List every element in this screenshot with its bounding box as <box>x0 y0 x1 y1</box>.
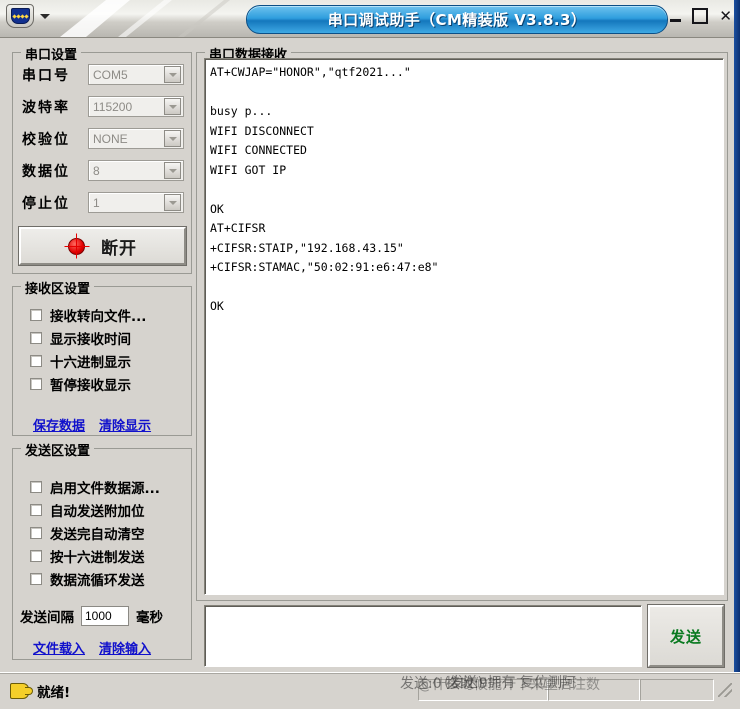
status-left: 就绪! <box>10 681 70 701</box>
connect-button-label: 断开 <box>101 238 137 259</box>
field-label-port: 串口号 <box>22 67 70 84</box>
window-controls: ✕ <box>670 8 732 24</box>
page-title: 串口调试助手（CM精装版 V3.8.3） <box>327 11 587 29</box>
port-value: COM5 <box>93 67 128 82</box>
window-edge <box>734 0 740 709</box>
status-panel-mode <box>548 679 640 701</box>
chevron-down-icon[interactable] <box>40 13 50 19</box>
checkbox-auto-append-bit[interactable]: 自动发送附加位 <box>30 500 145 520</box>
checkbox-label: 自动发送附加位 <box>50 504 145 520</box>
field-label-stopbits: 停止位 <box>22 195 70 212</box>
checkbox-box[interactable] <box>30 332 42 344</box>
checkbox-box[interactable] <box>30 550 42 562</box>
checkbox-label: 启用文件数据源... <box>50 481 160 497</box>
checkbox-enable-file-source[interactable]: 启用文件数据源... <box>30 477 160 497</box>
field-baud: 波特率 115200 <box>22 96 184 117</box>
checkbox-box[interactable] <box>30 504 42 516</box>
window-menu-area[interactable] <box>6 4 50 28</box>
shield-crest-icon[interactable] <box>6 4 34 28</box>
clear-display-link[interactable]: 清除显示 <box>99 415 151 434</box>
field-label-baud: 波特率 <box>22 99 70 116</box>
chevron-down-icon[interactable] <box>164 130 181 147</box>
baud-value: 115200 <box>93 99 133 114</box>
resize-grip[interactable] <box>718 683 732 697</box>
send-button[interactable]: 发送 <box>648 605 724 667</box>
chevron-down-icon[interactable] <box>164 194 181 211</box>
parity-value: NONE <box>93 131 128 146</box>
status-bar: 就绪! <box>0 672 740 709</box>
chevron-down-icon[interactable] <box>164 98 181 115</box>
send-input[interactable] <box>204 605 642 667</box>
field-databits: 数据位 8 <box>22 160 184 181</box>
connection-led-icon <box>68 233 85 255</box>
databits-value: 8 <box>93 163 100 178</box>
port-select[interactable]: COM5 <box>88 64 184 85</box>
minimize-icon[interactable] <box>670 18 682 22</box>
checkbox-label: 显示接收时间 <box>50 332 131 348</box>
checkbox-label: 数据流循环发送 <box>50 573 145 589</box>
clear-input-link[interactable]: 清除输入 <box>99 638 151 657</box>
checkbox-box[interactable] <box>30 527 42 539</box>
receive-textarea[interactable]: AT+CWJAP="HONOR","qtf2021..." busy p... … <box>204 58 724 595</box>
checkbox-box[interactable] <box>30 378 42 390</box>
status-panel-counters <box>418 679 548 701</box>
receive-settings-legend: 接收区设置 <box>21 278 95 297</box>
window-title-pill: 串口调试助手（CM精装版 V3.8.3） <box>246 5 668 34</box>
parity-select[interactable]: NONE <box>88 128 184 149</box>
checkbox-box[interactable] <box>30 573 42 585</box>
checkbox-label: 十六进制显示 <box>50 355 131 371</box>
send-interval-input[interactable]: 1000 <box>81 606 129 626</box>
checkbox-auto-clear-after-send[interactable]: 发送完自动清空 <box>30 523 145 543</box>
maximize-icon[interactable] <box>692 8 709 24</box>
databits-select[interactable]: 8 <box>88 160 184 181</box>
checkbox-receive-to-file[interactable]: 接收转向文件... <box>30 305 146 325</box>
close-icon[interactable]: ✕ <box>719 9 732 24</box>
checkbox-label: 按十六进制发送 <box>50 550 145 566</box>
checkbox-label: 接收转向文件... <box>50 309 147 325</box>
chevron-down-icon[interactable] <box>164 162 181 179</box>
send-links: 文件载入 清除输入 <box>33 638 151 657</box>
baud-select[interactable]: 115200 <box>88 96 184 117</box>
chevron-down-icon[interactable] <box>164 66 181 83</box>
titlebar-decoration <box>60 0 230 37</box>
field-label-databits: 数据位 <box>22 163 70 180</box>
checkbox-pause-receive[interactable]: 暂停接收显示 <box>30 374 131 394</box>
stopbits-select[interactable]: 1 <box>88 192 184 213</box>
checkbox-loop-send[interactable]: 数据流循环发送 <box>30 569 145 589</box>
connect-disconnect-button[interactable]: 断开 <box>19 227 186 265</box>
receive-links: 保存数据 清除显示 <box>33 415 151 434</box>
send-interval-unit: 毫秒 <box>136 610 163 626</box>
send-interval-row: 发送间隔 1000 毫秒 <box>20 606 163 626</box>
status-panel-extra <box>640 679 714 701</box>
checkbox-box[interactable] <box>30 309 42 321</box>
field-port: 串口号 COM5 <box>22 64 184 85</box>
checkbox-box[interactable] <box>30 481 42 493</box>
save-data-link[interactable]: 保存数据 <box>33 415 85 434</box>
field-parity: 校验位 NONE <box>22 128 184 149</box>
status-panels <box>418 679 732 701</box>
send-interval-label: 发送间隔 <box>20 610 74 626</box>
checkbox-label: 发送完自动清空 <box>50 527 145 543</box>
status-text: 就绪! <box>37 685 71 701</box>
send-settings-legend: 发送区设置 <box>21 440 95 459</box>
send-button-label: 发送 <box>669 627 702 646</box>
pointing-hand-icon <box>10 683 33 699</box>
serial-settings-legend: 串口设置 <box>21 44 82 63</box>
checkbox-label: 暂停接收显示 <box>50 378 131 394</box>
field-label-parity: 校验位 <box>22 131 70 148</box>
checkbox-box[interactable] <box>30 355 42 367</box>
receive-text-content: AT+CWJAP="HONOR","qtf2021..." busy p... … <box>210 65 439 313</box>
stopbits-value: 1 <box>93 195 100 210</box>
checkbox-show-receive-time[interactable]: 显示接收时间 <box>30 328 131 348</box>
checkbox-hex-display[interactable]: 十六进制显示 <box>30 351 131 371</box>
serial-debug-assistant-window: 串口调试助手（CM精装版 V3.8.3） ✕ 串口设置 串口号 COM5 波特率… <box>0 0 740 709</box>
title-bar: 串口调试助手（CM精装版 V3.8.3） ✕ <box>0 0 740 38</box>
field-stopbits: 停止位 1 <box>22 192 184 213</box>
checkbox-send-as-hex[interactable]: 按十六进制发送 <box>30 546 145 566</box>
load-file-link[interactable]: 文件载入 <box>33 638 85 657</box>
